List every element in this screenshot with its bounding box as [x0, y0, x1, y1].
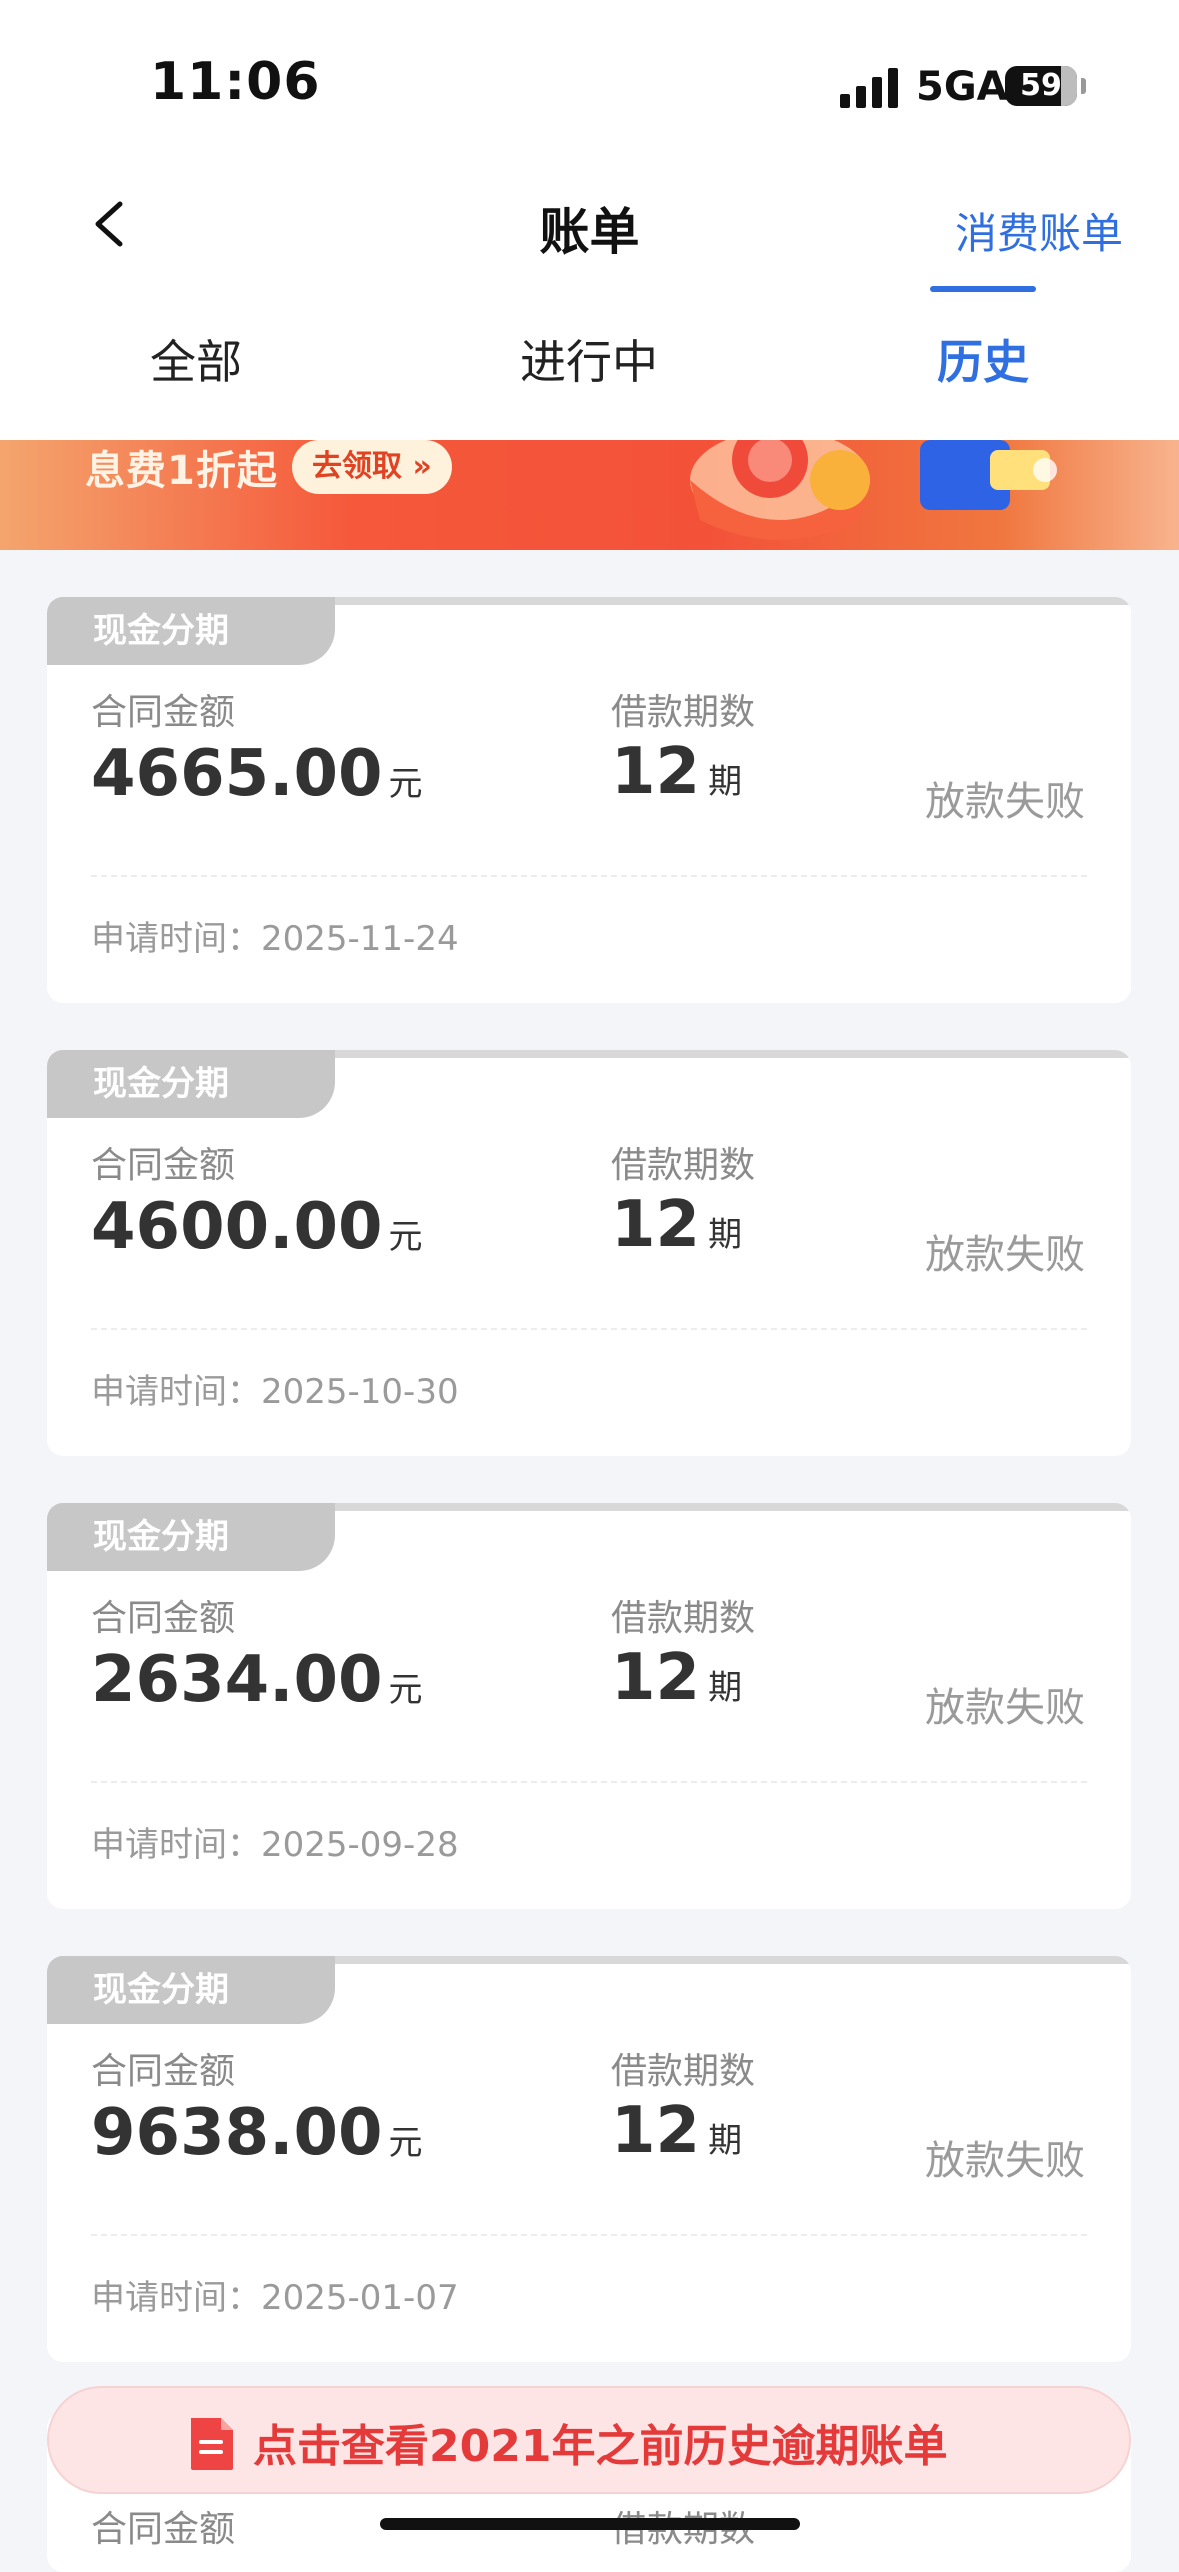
treasure-bowl-icon: [690, 440, 870, 540]
bill-card[interactable]: 现金分期 合同金额 借款期数 4600.00 元 12 期 放款失败 申请时间：20…: [47, 1050, 1131, 1456]
banner-claim-button[interactable]: 去领取 »: [292, 440, 452, 494]
tab-history[interactable]: 历史: [853, 326, 1113, 392]
amount-label: 合同金额: [91, 1145, 236, 1186]
status-time: 11:06: [150, 52, 321, 112]
bill-card[interactable]: 现金分期 合同金额 借款期数 9638.00 元 12 期 放款失败 申请时间：20…: [47, 1956, 1131, 2362]
card-divider: [91, 2234, 1087, 2236]
loan-periods: 12 期: [611, 1641, 743, 1715]
bill-card[interactable]: 现金分期 合同金额 借款期数 4665.00 元 12 期 放款失败 申请时间：20…: [47, 597, 1131, 1003]
overdue-history-text: 点击查看2021年之前历史逾期账单: [253, 2421, 948, 2472]
contract-amount: 4600.00 元: [91, 1190, 423, 1264]
document-icon: [191, 2418, 233, 2470]
active-tab-indicator: [930, 286, 1036, 292]
network-type: 5GA: [916, 64, 1008, 110]
apply-date: 申请时间：2025-11-24: [91, 919, 459, 959]
consumption-bill-link[interactable]: 消费账单: [955, 200, 1123, 261]
bill-type-tag: 现金分期: [47, 1050, 335, 1118]
battery-tip: [1081, 78, 1086, 94]
nav-header: 账单 消费账单 全部 进行中 历史: [0, 150, 1179, 440]
battery-icon: 59: [1005, 66, 1077, 106]
apply-date: 申请时间：2025-10-30: [91, 1372, 459, 1412]
loan-periods: 12 期: [611, 1188, 743, 1262]
bill-type-tag: 现金分期: [47, 597, 335, 665]
banner-text: 息费1折起: [85, 448, 278, 494]
card-divider: [91, 1328, 1087, 1330]
loan-periods: 12 期: [611, 2094, 743, 2168]
contract-amount: 4665.00 元: [91, 737, 423, 811]
bill-type-tag: 现金分期: [47, 1956, 335, 2024]
bill-card[interactable]: 现金分期 合同金额 借款期数 2634.00 元 12 期 放款失败 申请时间：20…: [47, 1503, 1131, 1909]
amount-label: 合同金额: [91, 2509, 236, 2550]
loan-status: 放款失败: [925, 2138, 1085, 2184]
loan-periods: 12 期: [611, 735, 743, 809]
amount-label: 合同金额: [91, 2051, 236, 2092]
battery-level: 59: [1020, 68, 1062, 103]
periods-label: 借款期数: [611, 1145, 756, 1186]
home-indicator[interactable]: [380, 2518, 800, 2530]
periods-label: 借款期数: [611, 692, 756, 733]
tab-in-progress[interactable]: 进行中: [459, 326, 719, 392]
card-divider: [91, 1781, 1087, 1783]
card-divider: [91, 875, 1087, 877]
loan-status: 放款失败: [925, 1685, 1085, 1731]
overdue-history-button[interactable]: 点击查看2021年之前历史逾期账单: [47, 2386, 1131, 2494]
loan-status: 放款失败: [925, 1232, 1085, 1278]
bill-type-tag: 现金分期: [47, 1503, 335, 1571]
periods-label: 借款期数: [611, 1598, 756, 1639]
amount-label: 合同金额: [91, 692, 236, 733]
promo-banner[interactable]: 息费1折起 去领取 »: [0, 440, 1179, 550]
apply-date: 申请时间：2025-01-07: [91, 2278, 459, 2318]
periods-label: 借款期数: [611, 2051, 756, 2092]
contract-amount: 2634.00 元: [91, 1643, 423, 1717]
status-bar: 11:06 5GA 59: [0, 0, 1179, 150]
contract-amount: 9638.00 元: [91, 2096, 423, 2170]
gift-box-icon: [920, 440, 1057, 510]
apply-date: 申请时间：2025-09-28: [91, 1825, 459, 1865]
signal-icon: [840, 66, 900, 108]
loan-status: 放款失败: [925, 779, 1085, 825]
amount-label: 合同金额: [91, 1598, 236, 1639]
tab-all[interactable]: 全部: [66, 326, 326, 392]
tab-bar: 全部 进行中 历史: [0, 300, 1179, 440]
